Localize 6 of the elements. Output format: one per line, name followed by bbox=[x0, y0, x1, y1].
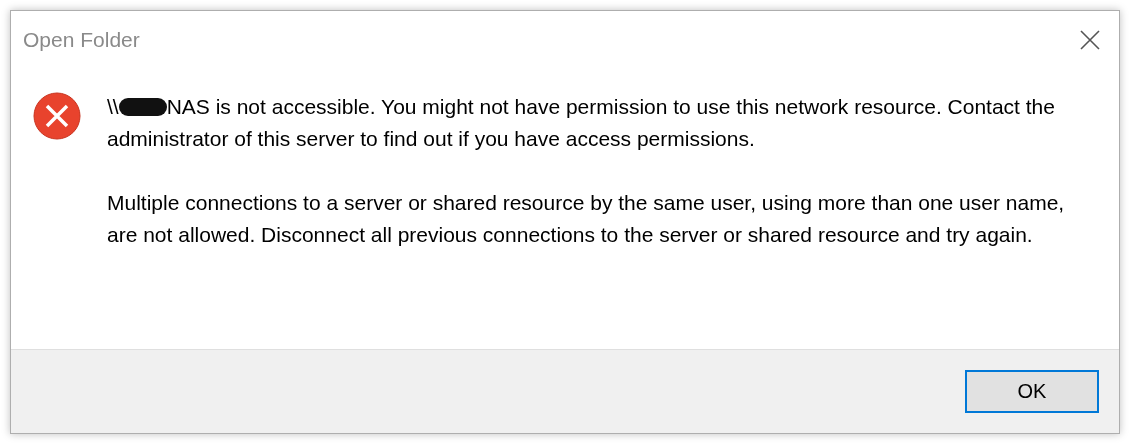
message-text: \\ NAS is not accessible. You might not have permission to use this network resource. Contact the administrator of this server to find out if you have access permissions. bbox=[107, 94, 1056, 152]
message-text: Multiple connections to a server or shared resource by the same user, using more than one user name, are not allowed. Disconnect all previous connections to the server or shared resource and try again. bbox=[107, 190, 1066, 248]
error-icon bbox=[33, 92, 81, 140]
window-title: Open Folder bbox=[23, 28, 140, 52]
ok-button[interactable]: OK bbox=[965, 370, 1099, 413]
close-icon[interactable] bbox=[1079, 29, 1101, 51]
